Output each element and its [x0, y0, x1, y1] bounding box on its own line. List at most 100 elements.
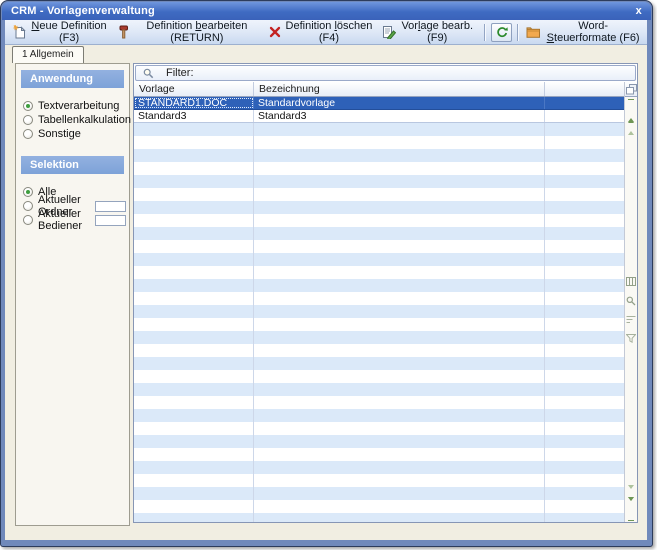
- refresh-icon: [494, 25, 509, 40]
- empty-row: [134, 227, 624, 240]
- radio-icon: [23, 115, 33, 125]
- grid-side-strip: [624, 82, 637, 522]
- empty-row: [134, 136, 624, 149]
- filter-bar[interactable]: Filter:: [135, 65, 636, 81]
- row-up-icon[interactable]: [625, 115, 637, 127]
- empty-row: [134, 162, 624, 175]
- empty-row: [134, 448, 624, 461]
- radio-icon: [23, 201, 33, 211]
- column-header-vorlage[interactable]: Vorlage: [134, 82, 254, 96]
- empty-row: [134, 175, 624, 188]
- word-control-formats-button[interactable]: Word-Steuerformate (F6): [523, 18, 647, 46]
- edit-template-label: Vorlage bearb. (F9): [400, 20, 474, 44]
- edit-template-button[interactable]: Vorlage bearb. (F9): [379, 18, 480, 46]
- radio-icon: [23, 215, 33, 225]
- sort-icon[interactable]: [626, 314, 636, 326]
- columns-icon[interactable]: [626, 276, 636, 288]
- page-down-icon[interactable]: [625, 481, 637, 493]
- empty-row: [134, 201, 624, 214]
- radio-sonstige[interactable]: Sonstige: [16, 127, 129, 141]
- filter-label: Filter:: [166, 67, 194, 79]
- empty-row: [134, 500, 624, 513]
- group-header-selektion: Selektion: [21, 156, 124, 174]
- column-header-bezeichnung[interactable]: Bezeichnung: [254, 82, 545, 96]
- radio-label: Tabellenkalkulation: [38, 114, 131, 126]
- empty-row: [134, 383, 624, 396]
- empty-row: [134, 422, 624, 435]
- radio-label: Sonstige: [38, 128, 81, 140]
- column-header-row: Vorlage Bezeichnung: [134, 82, 624, 97]
- ordner-input[interactable]: [95, 201, 126, 212]
- radio-icon: [23, 187, 33, 197]
- page-up-icon[interactable]: [625, 127, 637, 139]
- empty-row: [134, 370, 624, 383]
- empty-row: [134, 292, 624, 305]
- radio-aktueller-bediener[interactable]: Aktueller Bediener: [16, 213, 129, 227]
- empty-row: [134, 318, 624, 331]
- empty-row: [134, 396, 624, 409]
- table-cell[interactable]: [545, 110, 624, 122]
- table-cell[interactable]: Standard3: [134, 110, 254, 122]
- toolbar-separator: [517, 24, 519, 41]
- toolbar: Neue Definition (F3) Definition bearbeit…: [5, 20, 647, 45]
- templates-grid: Filter: Vorlage Bezeichnung STANDARD1.DO…: [133, 63, 638, 523]
- radio-icon: [23, 101, 33, 111]
- radio-icon: [23, 129, 33, 139]
- tab-page-area: 1 Allgemein Anwendung Textverarbeitung T…: [5, 45, 647, 540]
- new-definition-button[interactable]: Neue Definition (F3): [10, 18, 114, 46]
- toolbar-separator: [484, 24, 486, 41]
- edit-page-icon: [382, 25, 396, 40]
- window-title: CRM - Vorlagenverwaltung: [11, 5, 155, 17]
- new-document-icon: [13, 25, 26, 40]
- empty-row: [134, 240, 624, 253]
- empty-row: [134, 188, 624, 201]
- empty-row: [134, 409, 624, 422]
- empty-row: [134, 461, 624, 474]
- radio-tabellenkalkulation[interactable]: Tabellenkalkulation: [16, 113, 129, 127]
- empty-row: [134, 344, 624, 357]
- empty-row: [134, 331, 624, 344]
- delete-definition-button[interactable]: Definition löschen (F4): [266, 18, 380, 46]
- empty-row: [134, 266, 624, 279]
- delete-definition-label: Definition löschen (F4): [285, 20, 373, 44]
- delete-x-icon: [269, 25, 281, 40]
- empty-row: [134, 149, 624, 162]
- empty-row: [134, 214, 624, 227]
- go-bottom-icon[interactable]: [625, 505, 637, 517]
- anwendung-options: Textverarbeitung Tabellenkalkulation Son…: [16, 99, 129, 141]
- go-top-icon[interactable]: [625, 103, 637, 115]
- selektion-options: Alle Aktueller Ordner Aktueller Bediener: [16, 185, 129, 227]
- app-window: CRM - Vorlagenverwaltung x Neue Definiti…: [0, 0, 653, 547]
- table-cell[interactable]: Standardvorlage: [254, 97, 545, 109]
- sidebar-panel: Anwendung Textverarbeitung Tabellenkalku…: [15, 63, 130, 526]
- grid-body: Vorlage Bezeichnung STANDARD1.DOCStandar…: [134, 82, 637, 522]
- empty-row: [134, 305, 624, 318]
- edit-definition-label: Definition bearbeiten (RETURN): [134, 20, 260, 44]
- table-cell[interactable]: Standard3: [254, 110, 545, 122]
- grid-rows: STANDARD1.DOCStandardvorlageStandard3Sta…: [134, 97, 624, 522]
- table-row[interactable]: Standard3Standard3: [134, 110, 624, 123]
- table-row[interactable]: STANDARD1.DOCStandardvorlage: [134, 97, 624, 110]
- refresh-button[interactable]: [491, 23, 512, 42]
- new-definition-label: Neue Definition (F3): [30, 20, 108, 44]
- column-chooser-icon[interactable]: [625, 82, 637, 97]
- table-cell[interactable]: STANDARD1.DOC: [134, 97, 254, 109]
- bediener-input[interactable]: [95, 215, 126, 226]
- filter-funnel-icon[interactable]: [626, 333, 636, 345]
- edit-definition-button[interactable]: Definition bearbeiten (RETURN): [114, 18, 266, 46]
- empty-row: [134, 474, 624, 487]
- table-cell[interactable]: [545, 97, 624, 109]
- tab-allgemein[interactable]: 1 Allgemein: [12, 46, 84, 63]
- folder-icon: [526, 25, 541, 40]
- radio-label: Aktueller Bediener: [38, 208, 90, 232]
- empty-row: [134, 253, 624, 266]
- radio-textverarbeitung[interactable]: Textverarbeitung: [16, 99, 129, 113]
- word-control-formats-label: Word-Steuerformate (F6): [545, 20, 641, 44]
- search-icon[interactable]: [626, 295, 636, 307]
- column-header-extra[interactable]: [545, 82, 624, 96]
- empty-row: [134, 435, 624, 448]
- empty-row: [134, 279, 624, 292]
- empty-row: [134, 487, 624, 500]
- empty-row: [134, 513, 624, 522]
- group-header-anwendung: Anwendung: [21, 70, 124, 88]
